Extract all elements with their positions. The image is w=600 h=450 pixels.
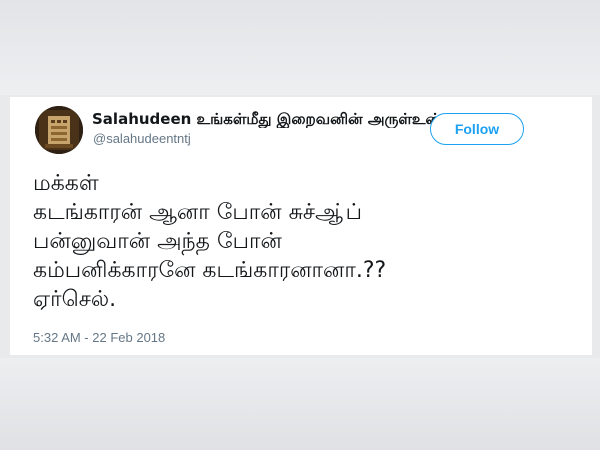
avatar[interactable]: [35, 106, 83, 154]
tweet-text-line: பன்னுவான் அந்த போன்: [33, 229, 282, 254]
tweet-text-line: ஏர்செல்.: [33, 287, 117, 312]
tweet-card: Salahudeen உங்கள்மீது இறைவனின் அருள்உண்ட…: [10, 97, 592, 355]
tweet-text: மக்கள் கடங்காரன் ஆனா போன் சுச்ஆ்ப் பன்னு…: [33, 169, 578, 314]
tweet-timestamp[interactable]: 5:32 AM - 22 Feb 2018: [33, 330, 165, 346]
background-bottom: [0, 358, 600, 450]
background-top: [0, 0, 600, 95]
tweet-text-line: கடங்காரன் ஆனா போன் சுச்ஆ்ப்: [33, 200, 362, 225]
tweet-text-line: கம்பனிக்காரனே கடங்காரனானா.??: [33, 258, 387, 283]
tweet-text-line: மக்கள்: [33, 171, 99, 196]
follow-button[interactable]: Follow: [430, 113, 524, 145]
user-handle[interactable]: @salahudeentntj: [93, 131, 191, 147]
